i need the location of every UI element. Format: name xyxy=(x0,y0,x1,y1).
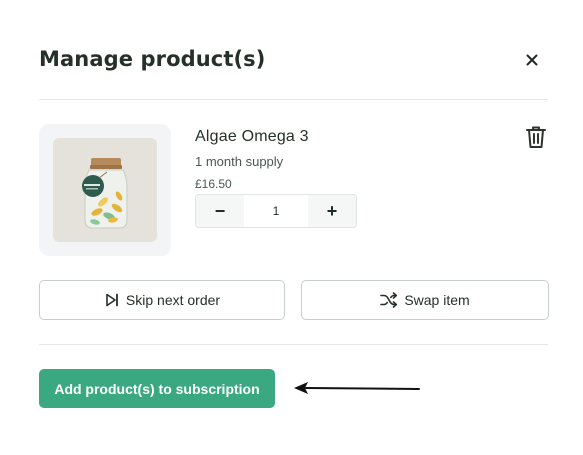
product-price: £16.50 xyxy=(195,177,232,191)
divider xyxy=(39,99,548,100)
manage-products-modal: Manage product(s) Algae Omega 3 1 month … xyxy=(0,0,583,455)
close-icon xyxy=(526,54,538,66)
modal-title: Manage product(s) xyxy=(39,47,266,71)
shuffle-icon xyxy=(380,292,398,308)
quantity-stepper: − 1 + xyxy=(195,194,357,228)
remove-product-button[interactable] xyxy=(524,124,548,150)
skip-next-order-button[interactable]: Skip next order xyxy=(39,280,285,320)
jar-image xyxy=(82,158,128,229)
product-image xyxy=(53,138,157,242)
swap-item-label: Swap item xyxy=(404,292,470,308)
product-name: Algae Omega 3 xyxy=(195,128,309,145)
add-products-label: Add product(s) to subscription xyxy=(54,380,260,397)
skip-next-order-label: Skip next order xyxy=(125,292,221,308)
quantity-value[interactable]: 1 xyxy=(244,195,308,227)
product-supply: 1 month supply xyxy=(195,154,284,169)
close-button[interactable] xyxy=(522,50,542,70)
trash-icon xyxy=(526,126,546,148)
decrease-quantity-button[interactable]: − xyxy=(196,195,244,227)
increase-quantity-button[interactable]: + xyxy=(308,195,356,227)
product-thumbnail xyxy=(39,124,171,256)
divider xyxy=(39,344,548,345)
swap-item-button[interactable]: Swap item xyxy=(301,280,549,320)
arrow-left-icon xyxy=(294,382,420,394)
add-products-to-subscription-button[interactable]: Add product(s) to subscription xyxy=(39,369,275,408)
skip-next-icon xyxy=(106,293,118,307)
